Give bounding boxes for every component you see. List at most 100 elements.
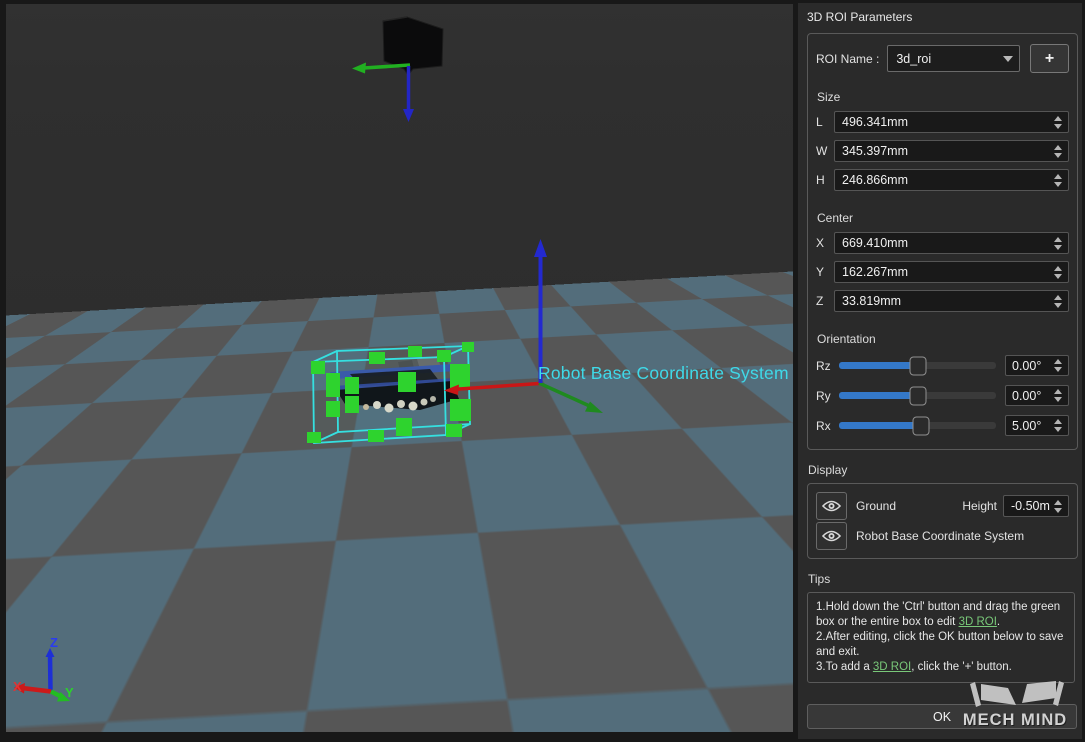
size-h-row: H 246.866mm xyxy=(816,169,1069,191)
size-w-label: W xyxy=(816,144,834,158)
rz-slider-row: Rz 0.00° xyxy=(816,355,1069,376)
tips-box: 1.Hold down the 'Ctrl' button and drag t… xyxy=(807,592,1075,683)
spin-down-button[interactable] xyxy=(1054,153,1062,158)
center-y-field[interactable]: 162.267mm xyxy=(834,261,1069,283)
3d-viewport[interactable]: Robot Base Coordinate System X Y Z xyxy=(6,4,793,732)
spin-up-button[interactable] xyxy=(1054,295,1062,300)
size-l-field[interactable]: 496.341mm xyxy=(834,111,1069,133)
rz-label: Rz xyxy=(816,359,839,373)
ground-height-value: -0.50m xyxy=(1004,499,1050,513)
ry-value-field[interactable]: 0.00° xyxy=(1005,385,1069,406)
tip-text: . xyxy=(997,616,1000,628)
robot-base-visibility-button[interactable] xyxy=(816,522,847,550)
ground-row: Ground Height -0.50m xyxy=(816,491,1069,521)
size-l-value: 496.341mm xyxy=(835,115,1049,129)
spin-down-button[interactable] xyxy=(1054,303,1062,308)
center-x-row: X 669.410mm xyxy=(816,232,1069,254)
spin-up-button[interactable] xyxy=(1054,116,1062,121)
center-z-value: 33.819mm xyxy=(835,294,1049,308)
rz-value-field[interactable]: 0.00° xyxy=(1005,355,1069,376)
spin-down-button[interactable] xyxy=(1054,274,1062,279)
spin-up-button[interactable] xyxy=(1054,359,1062,364)
spin-down-button[interactable] xyxy=(1054,367,1062,372)
center-z-field[interactable]: 33.819mm xyxy=(834,290,1069,312)
size-h-value: 246.866mm xyxy=(835,173,1049,187)
size-w-row: W 345.397mm xyxy=(816,140,1069,162)
display-group: Ground Height -0.50m Robot Base Coordina… xyxy=(807,483,1078,559)
add-roi-button[interactable]: + xyxy=(1030,44,1069,73)
spin-down-button[interactable] xyxy=(1054,245,1062,250)
eye-icon xyxy=(822,530,841,542)
panel-title: 3D ROI Parameters xyxy=(807,10,1078,24)
roi-name-label: ROI Name : xyxy=(816,52,879,66)
size-w-value: 345.397mm xyxy=(835,144,1049,158)
ground-visibility-button[interactable] xyxy=(816,492,847,520)
spin-up-button[interactable] xyxy=(1054,237,1062,242)
rz-value: 0.00° xyxy=(1006,359,1049,373)
spin-down-button[interactable] xyxy=(1054,397,1062,402)
eye-icon xyxy=(822,500,841,512)
ground-plane xyxy=(6,232,793,732)
spin-up-button[interactable] xyxy=(1054,389,1062,394)
center-x-field[interactable]: 669.410mm xyxy=(834,232,1069,254)
center-y-value: 162.267mm xyxy=(835,265,1049,279)
tip-text: 3.To add a xyxy=(816,661,873,673)
ground-height-field[interactable]: -0.50m xyxy=(1003,495,1069,517)
robot-base-label: Robot Base Coordinate System xyxy=(856,529,1024,543)
spin-up-button[interactable] xyxy=(1054,174,1062,179)
ry-slider[interactable] xyxy=(839,392,996,399)
ry-slider-row: Ry 0.00° xyxy=(816,385,1069,406)
camera-model xyxy=(352,17,443,122)
tip-text: , click the '+' button. xyxy=(911,661,1012,673)
tip-text: 2.After editing, click the OK button bel… xyxy=(816,631,1063,658)
spin-down-button[interactable] xyxy=(1054,427,1062,432)
spin-down-button[interactable] xyxy=(1054,508,1062,513)
rz-slider[interactable] xyxy=(839,362,996,369)
size-l-row: L 496.341mm xyxy=(816,111,1069,133)
rx-slider[interactable] xyxy=(839,422,996,429)
size-section-label: Size xyxy=(817,90,1069,104)
gizmo-z-label: Z xyxy=(50,635,58,650)
spin-up-button[interactable] xyxy=(1054,419,1062,424)
rx-value: 5.00° xyxy=(1006,419,1049,433)
ry-slider-handle[interactable] xyxy=(909,386,926,405)
size-h-field[interactable]: 246.866mm xyxy=(834,169,1069,191)
tips-section-label: Tips xyxy=(808,572,1078,586)
rx-slider-row: Rx 5.00° xyxy=(816,415,1069,436)
center-section-label: Center xyxy=(817,211,1069,225)
window: { "panel": { "title": "3D ROI Parameters… xyxy=(0,0,1085,742)
spin-down-button[interactable] xyxy=(1054,124,1062,129)
ry-slider-fill xyxy=(839,392,918,399)
gizmo-x-label: X xyxy=(13,679,22,694)
rx-slider-fill xyxy=(839,422,921,429)
rz-slider-fill xyxy=(839,362,918,369)
display-section-label: Display xyxy=(808,463,1078,477)
tip-3d-roi-link[interactable]: 3D ROI xyxy=(873,661,911,673)
roi-name-select[interactable]: 3d_roi xyxy=(887,45,1020,72)
roi-parameters-panel: 3D ROI Parameters ROI Name : 3d_roi + Si… xyxy=(798,3,1082,739)
rx-label: Rx xyxy=(816,419,839,433)
robot-base-axis-label: Robot Base Coordinate System xyxy=(538,363,789,384)
ry-value: 0.00° xyxy=(1006,389,1049,403)
center-y-label: Y xyxy=(816,265,834,279)
center-z-label: Z xyxy=(816,294,834,308)
center-y-row: Y 162.267mm xyxy=(816,261,1069,283)
tip-3d-roi-link[interactable]: 3D ROI xyxy=(959,616,997,628)
rz-slider-handle[interactable] xyxy=(909,356,926,375)
height-label: Height xyxy=(962,499,997,513)
center-z-row: Z 33.819mm xyxy=(816,290,1069,312)
rx-slider-handle[interactable] xyxy=(912,416,929,435)
ok-button[interactable]: OK xyxy=(807,704,1077,729)
spin-up-button[interactable] xyxy=(1054,500,1062,505)
rx-value-field[interactable]: 5.00° xyxy=(1005,415,1069,436)
gizmo-y-label: Y xyxy=(65,685,74,700)
orientation-section-label: Orientation xyxy=(817,332,1069,346)
spin-down-button[interactable] xyxy=(1054,182,1062,187)
spin-up-button[interactable] xyxy=(1054,266,1062,271)
tip-text: 1.Hold down the 'Ctrl' button and drag t… xyxy=(816,601,1060,628)
ry-label: Ry xyxy=(816,389,839,403)
spin-up-button[interactable] xyxy=(1054,145,1062,150)
size-w-field[interactable]: 345.397mm xyxy=(834,140,1069,162)
roi-name-value: 3d_roi xyxy=(896,52,1003,66)
chevron-down-icon[interactable] xyxy=(1003,56,1013,62)
